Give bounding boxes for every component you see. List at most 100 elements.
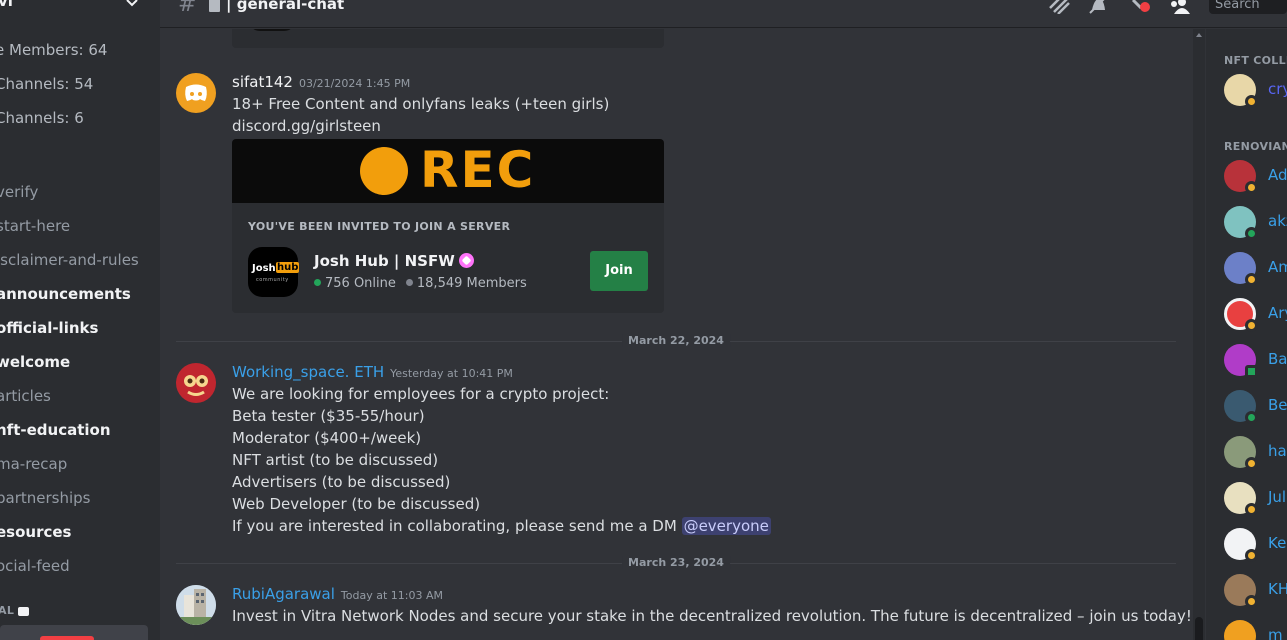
channel-nft-education[interactable]: nft-education [0,421,111,439]
author-name[interactable]: Working_space. ETH [232,363,384,381]
stat-voice-channels[interactable]: Channels: 6 [0,109,84,127]
idle-status-icon [1245,549,1258,562]
mute-icon[interactable] [1088,0,1110,14]
stat-members[interactable]: e Members: 64 [0,41,107,59]
author-name[interactable]: sifat142 [232,73,293,91]
hash-icon: # [178,0,197,17]
threads-icon[interactable] [1047,0,1071,14]
avatar[interactable] [176,73,216,113]
date-divider-label: March 22, 2024 [622,334,730,347]
member-item[interactable]: akz [1224,206,1287,240]
member-list: NFT COLLE cry RENOVIAN Ad akz Am Ary Ba … [1206,29,1287,640]
member-name: Ary [1268,304,1287,322]
message-author[interactable]: Working_space. ETH Yesterday at 10:41 PM [232,363,513,381]
pin-icon[interactable] [1129,0,1151,14]
message-timestamp: Today at 11:03 AM [340,589,443,602]
server-name-text: Josh Hub | NSFW [314,252,455,270]
document-icon [209,0,220,12]
message-text: If you are interested in collaborating, … [232,517,771,535]
server-icon[interactable]: Josh hub community [248,247,300,297]
message-timestamp: 03/21/2024 1:45 PM [298,77,411,90]
idle-status-icon [1245,319,1258,332]
avatar[interactable] [176,363,216,403]
channel-disclaimer-and-rules[interactable]: isclaimer-and-rules [0,251,139,269]
member-name: m [1268,626,1283,640]
online-count: 756 Online [325,276,396,291]
channel-verify[interactable]: verify [0,183,38,201]
stat-channels[interactable]: Channels: 54 [0,75,93,93]
member-name: Ba [1268,350,1287,368]
online-status-icon [1245,227,1258,240]
record-dot-icon [360,147,408,195]
channel-sidebar: vi e Members: 64 Channels: 54 Channels: … [0,0,160,640]
server-invite-card: YOU'VE BEEN INVITED TO JOIN A SERVER Jos… [232,203,664,313]
invite-link[interactable]: discord.gg/girlsteen [232,117,381,135]
active-channel-item[interactable] [0,625,148,640]
idle-status-icon [1245,181,1258,194]
online-status-icon [1245,411,1258,424]
everyone-mention[interactable]: @everyone [681,517,771,535]
member-item[interactable]: Be [1224,390,1287,424]
invite-counts: 756 Online 18,549 Members [314,276,527,291]
channel-announcements[interactable]: announcements [0,285,131,303]
author-name[interactable]: RubiAgarawal [232,585,335,603]
member-item[interactable]: KH [1224,574,1287,608]
date-divider: March 22, 2024 [176,334,1176,347]
channel-start-here[interactable]: start-here [0,217,70,235]
member-item[interactable]: Ba [1224,344,1287,378]
scroll-up-icon[interactable] [1196,33,1202,37]
idle-status-icon [1245,503,1258,516]
message-timestamp: Yesterday at 10:41 PM [390,367,513,380]
search-input[interactable]: Search [1209,0,1287,14]
server-icon-subtext: community [256,277,289,283]
message-author[interactable]: sifat142 03/21/2024 1:45 PM [232,73,410,91]
message-text: Beta tester ($35-55/hour) [232,407,425,425]
join-button[interactable]: Join [590,251,648,291]
channel-resources[interactable]: esources [0,523,71,541]
message-author[interactable]: RubiAgarawal Today at 11:03 AM [232,585,443,603]
channel-ama-recap[interactable]: ma-recap [0,455,67,473]
notification-pill [40,636,94,640]
channel-partnerships[interactable]: partnerships [0,489,91,507]
message-list: sifat142 03/21/2024 1:45 PM 18+ Free Cont… [160,29,1193,640]
member-item[interactable]: Ke [1224,528,1287,562]
channel-welcome[interactable]: welcome [0,353,70,371]
user-avatar-icon [184,375,208,396]
member-name: Ke [1268,534,1287,552]
date-divider: March 23, 2024 [176,556,1176,569]
channel-social-feed[interactable]: ocial-feed [0,557,70,575]
member-item[interactable]: m [1224,620,1287,640]
member-count: 18,549 Members [416,276,527,291]
idle-status-icon [1245,95,1258,108]
server-icon-badge-text: hub [276,262,300,273]
member-item[interactable]: Ad [1224,160,1287,194]
message-text: Advertisers (to be discussed) [232,473,451,491]
embed-image-text: REC [420,141,536,199]
member-item[interactable]: Jul [1224,482,1287,516]
category-header[interactable]: AL [0,604,30,617]
member-item[interactable]: cry [1224,74,1287,108]
role-header: RENOVIAN [1224,140,1287,153]
member-item[interactable]: hau [1224,436,1287,470]
invite-header: YOU'VE BEEN INVITED TO JOIN A SERVER [248,220,511,233]
role-header: NFT COLLE [1224,54,1287,67]
idle-status-icon [1245,457,1258,470]
member-name: Jul [1268,488,1287,506]
server-header[interactable]: vi [0,0,160,22]
member-item[interactable]: Am [1224,252,1287,286]
chevron-down-icon [126,0,138,7]
avatar[interactable] [176,585,216,625]
channel-official-links[interactable]: official-links [0,319,98,337]
discord-logo-icon [185,84,207,101]
message-text: 18+ Free Content and onlyfans leaks (+te… [232,95,610,113]
message-text-span: If you are interested in collaborating, … [232,517,677,535]
scroll-thumb[interactable] [1195,617,1203,640]
building-avatar-icon [176,585,216,625]
embed-image[interactable]: REC [232,139,664,203]
message-text: We are looking for employees for a crypt… [232,385,610,403]
members-icon[interactable] [1168,0,1192,14]
chat-scrollbar[interactable] [1193,29,1205,640]
member-item[interactable]: Ary [1224,298,1287,332]
channel-articles[interactable]: articles [0,387,51,405]
member-name: Ad [1268,166,1287,184]
